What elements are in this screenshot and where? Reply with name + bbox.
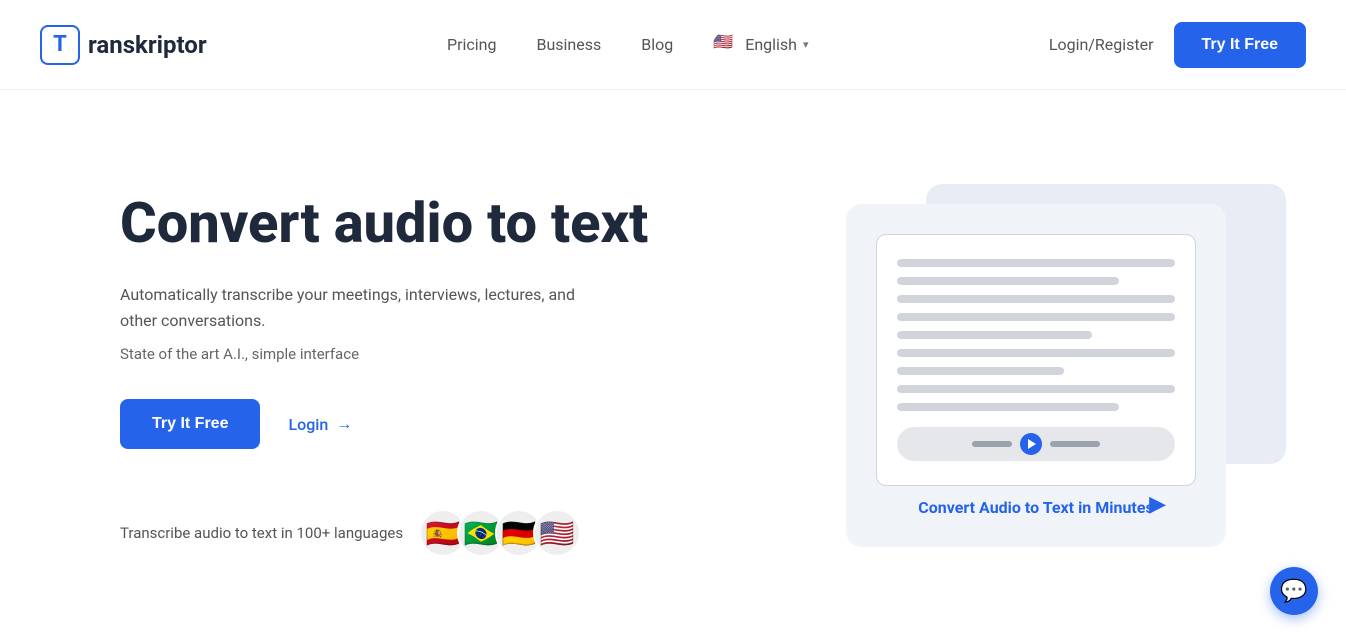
doc-line-6 [897, 349, 1175, 357]
chat-icon: 💬 [1280, 579, 1307, 604]
hero-languages: Transcribe audio to text in 100+ languag… [120, 509, 648, 557]
languages-text: Transcribe audio to text in 100+ languag… [120, 524, 403, 542]
hero-left: Convert audio to text Automatically tran… [120, 193, 648, 558]
play-button[interactable] [1020, 433, 1042, 455]
doc-line-7 [897, 367, 1064, 375]
doc-line-1 [897, 259, 1175, 267]
hero-section: Convert audio to text Automatically tran… [0, 90, 1346, 640]
doc-line-2 [897, 277, 1119, 285]
logo-link[interactable]: T ranskriptor [40, 25, 207, 65]
login-label: Login [288, 415, 328, 434]
arrow-right-icon: → [336, 414, 352, 434]
language-label: English [745, 35, 797, 54]
flag-us-icon: 🇺🇸 [713, 32, 739, 58]
doc-line-5 [897, 331, 1092, 339]
flag-us2-icon: 🇺🇸 [533, 509, 581, 557]
document-card [876, 234, 1196, 486]
navbar: T ranskriptor Pricing Business Blog 🇺🇸 E… [0, 0, 1346, 90]
hero-subtitle: State of the art A.I., simple interface [120, 345, 648, 363]
doc-line-3 [897, 295, 1175, 303]
nav-links: Pricing Business Blog 🇺🇸 English ▾ [447, 32, 809, 58]
hero-login-link[interactable]: Login → [288, 414, 352, 434]
try-it-free-nav-button[interactable]: Try It Free [1174, 22, 1306, 68]
audio-waveform-right [1050, 441, 1100, 447]
nav-right: Login/Register Try It Free [1049, 22, 1306, 68]
doc-line-4 [897, 313, 1175, 321]
login-register-link[interactable]: Login/Register [1049, 35, 1154, 54]
doc-line-9 [897, 403, 1119, 411]
chevron-down-icon: ▾ [803, 38, 809, 51]
flags-stack: 🇪🇸 🇧🇷 🇩🇪 🇺🇸 [419, 509, 581, 557]
hero-title: Convert audio to text [120, 193, 648, 255]
try-it-free-hero-button[interactable]: Try It Free [120, 399, 260, 449]
hero-description: Automatically transcribe your meetings, … [120, 282, 600, 333]
nav-blog[interactable]: Blog [641, 35, 673, 54]
hero-illustration: ▶ Convert Audio to Text in Minutes [846, 204, 1266, 547]
logo-icon: T [40, 25, 80, 65]
play-triangle-icon [1028, 439, 1036, 449]
nav-business[interactable]: Business [536, 35, 601, 54]
hero-actions: Try It Free Login → [120, 399, 648, 449]
language-selector[interactable]: 🇺🇸 English ▾ [713, 32, 808, 58]
convert-label: Convert Audio to Text in Minutes [876, 498, 1196, 517]
logo-text: ranskriptor [88, 31, 207, 59]
audio-player-bar[interactable] [897, 427, 1175, 461]
nav-pricing[interactable]: Pricing [447, 35, 497, 54]
audio-waveform-left [972, 441, 1012, 447]
doc-line-8 [897, 385, 1175, 393]
chat-bubble-button[interactable]: 💬 [1270, 567, 1318, 615]
illustration-wrapper: ▶ Convert Audio to Text in Minutes [846, 204, 1226, 547]
cursor-icon: ▶ [1149, 492, 1166, 517]
